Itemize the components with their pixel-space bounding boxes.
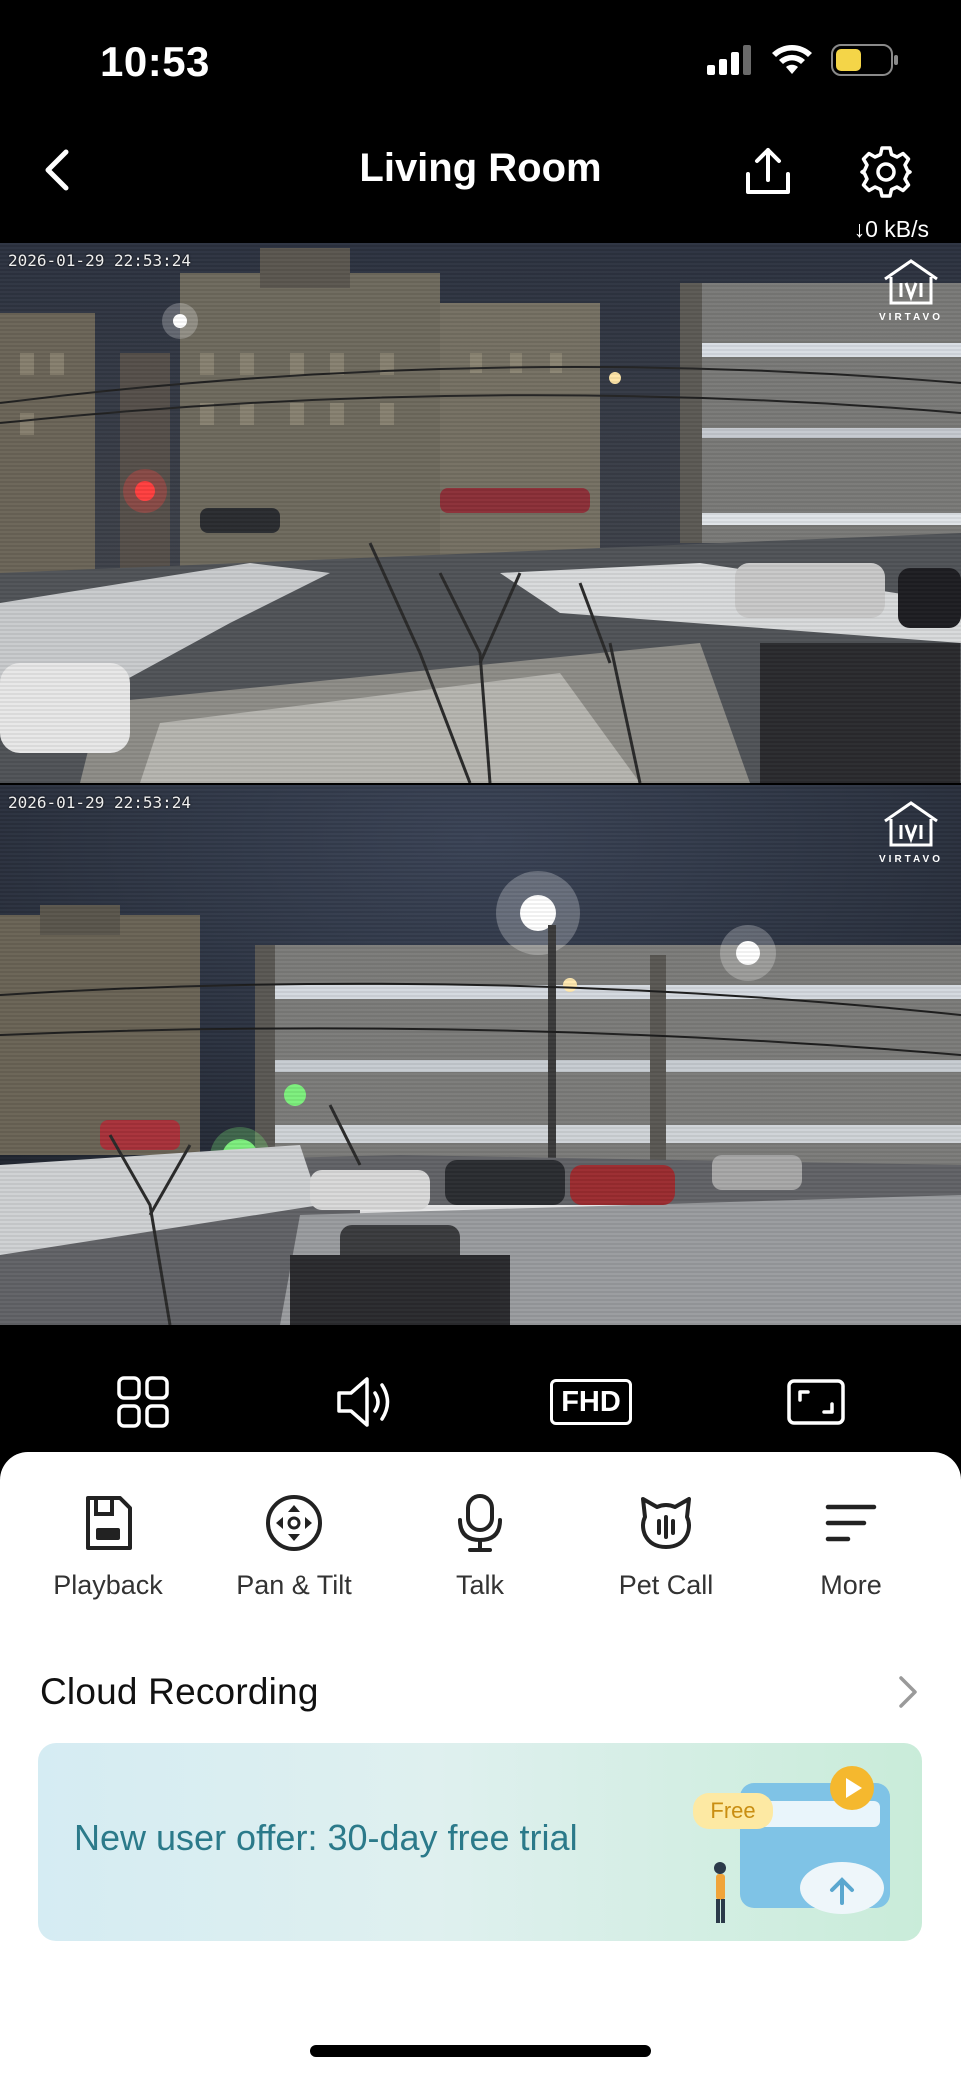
free-trial-banner[interactable]: New user offer: 30-day free trial Free bbox=[38, 1743, 922, 1941]
free-badge: Free bbox=[710, 1798, 755, 1823]
pan-tilt-icon bbox=[266, 1495, 322, 1551]
cloud-recording-title: Cloud Recording bbox=[40, 1671, 319, 1712]
cellular-signal-icon bbox=[707, 45, 751, 75]
chevron-right-icon bbox=[899, 1676, 917, 1708]
share-button[interactable] bbox=[740, 144, 796, 200]
more-button[interactable]: More bbox=[758, 1488, 944, 1601]
quality-badge: FHD bbox=[550, 1379, 632, 1425]
settings-button[interactable] bbox=[858, 144, 914, 200]
action-row: Playback Pan & Tilt Talk Pet Call More bbox=[0, 1488, 961, 1628]
camera-feed-2[interactable]: 2026-01-29 22:53:24 VIRTAVO bbox=[0, 785, 961, 1325]
battery-icon bbox=[831, 44, 898, 76]
fullscreen-button[interactable] bbox=[784, 1370, 848, 1434]
wifi-icon bbox=[772, 45, 812, 74]
sound-toggle-button[interactable] bbox=[334, 1370, 398, 1434]
cloud-folder-illustration: Free bbox=[693, 1766, 890, 1923]
status-bar: 10:53 bbox=[0, 0, 961, 120]
feed-1-timestamp: 2026-01-29 22:53:24 bbox=[8, 251, 192, 270]
feed-1-video bbox=[0, 243, 961, 783]
brand-logo-icon bbox=[884, 259, 938, 305]
layout-toggle-button[interactable] bbox=[111, 1370, 175, 1434]
pet-icon bbox=[641, 1497, 691, 1549]
playback-button[interactable]: Playback bbox=[15, 1488, 201, 1601]
talk-button[interactable]: Talk bbox=[387, 1488, 573, 1601]
playback-label: Playback bbox=[53, 1570, 163, 1600]
nav-header: Living Room ↓0 kB/s bbox=[0, 120, 961, 242]
pet-call-button[interactable]: Pet Call bbox=[573, 1488, 759, 1601]
offer-text: New user offer: 30-day free trial bbox=[74, 1817, 578, 1858]
menu-icon bbox=[825, 1504, 877, 1542]
pet-call-label: Pet Call bbox=[618, 1570, 714, 1600]
share-icon bbox=[746, 148, 790, 194]
feed-2-watermark: VIRTAVO bbox=[875, 799, 947, 865]
bitrate-indicator: ↓0 kB/s bbox=[853, 216, 929, 242]
status-icons bbox=[707, 44, 899, 76]
grid-icon bbox=[117, 1376, 169, 1428]
pan-tilt-button[interactable]: Pan & Tilt bbox=[201, 1488, 387, 1601]
status-time: 10:53 bbox=[100, 38, 210, 85]
feed-1-watermark-text: VIRTAVO bbox=[879, 312, 943, 323]
quality-button[interactable]: FHD bbox=[546, 1370, 636, 1434]
feed-2-video bbox=[0, 785, 961, 1325]
feed-2-watermark-text: VIRTAVO bbox=[879, 854, 943, 865]
page-title: Living Room bbox=[359, 146, 602, 190]
brand-logo-icon bbox=[884, 801, 938, 847]
quality-label: FHD bbox=[561, 1386, 621, 1418]
gear-icon bbox=[860, 146, 912, 198]
playback-icon bbox=[86, 1496, 132, 1550]
cloud-recording-row[interactable]: Cloud Recording bbox=[40, 1652, 921, 1732]
talk-label: Talk bbox=[455, 1570, 504, 1600]
pan-tilt-label: Pan & Tilt bbox=[236, 1570, 352, 1600]
speaker-icon bbox=[337, 1377, 390, 1427]
feed-2-timestamp: 2026-01-29 22:53:24 bbox=[8, 793, 192, 812]
fullscreen-icon bbox=[787, 1379, 845, 1425]
microphone-icon bbox=[458, 1494, 502, 1552]
bottom-sheet: Playback Pan & Tilt Talk Pet Call More C… bbox=[0, 1452, 961, 2080]
camera-feed-1[interactable]: 2026-01-29 22:53:24 VIRTAVO bbox=[0, 243, 961, 783]
feed-1-watermark: VIRTAVO bbox=[875, 257, 947, 323]
home-indicator[interactable] bbox=[310, 2045, 651, 2057]
more-label: More bbox=[820, 1570, 882, 1600]
